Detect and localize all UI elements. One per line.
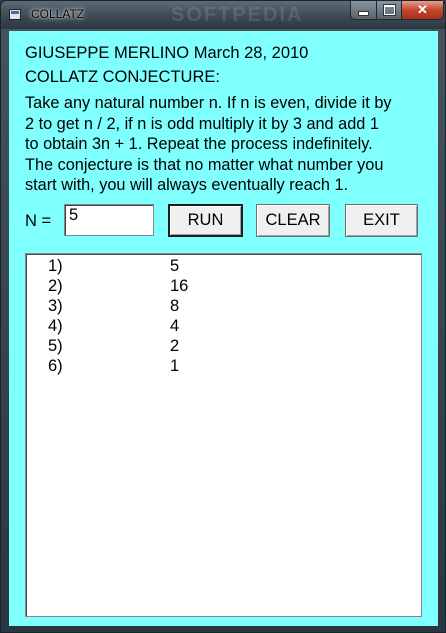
description-line: The conjecture is that no matter what nu…: [25, 155, 384, 174]
step-value: 5: [170, 257, 180, 275]
step-index: 5): [48, 337, 63, 355]
title-bar[interactable]: COLLATZ SOFTPEDIA ✕: [1, 1, 445, 29]
clear-button[interactable]: CLEAR: [256, 204, 330, 237]
description-line: Take any natural number n. If n is even,…: [25, 94, 392, 112]
run-button[interactable]: RUN: [168, 204, 243, 237]
watermark-logo: SOFTPEDIA: [171, 4, 304, 26]
step-index: 6): [48, 357, 63, 375]
description-line: 2 to get n / 2, if n is odd multiply it …: [25, 114, 379, 133]
window-title: COLLATZ: [31, 7, 85, 21]
step-index: 3): [48, 297, 63, 315]
step-index: 4): [48, 317, 63, 335]
exit-button[interactable]: EXIT: [345, 204, 418, 237]
step-value: 8: [170, 297, 180, 315]
n-label: N =: [25, 212, 52, 230]
n-input[interactable]: [64, 204, 154, 236]
close-icon: ✕: [417, 2, 428, 17]
heading: COLLATZ CONJECTURE:: [25, 68, 220, 86]
step-value: 16: [170, 277, 189, 295]
step-value: 2: [170, 337, 180, 355]
description-line: start with, you will always eventually r…: [25, 176, 349, 194]
app-icon[interactable]: [9, 9, 21, 20]
maximize-button[interactable]: [376, 1, 402, 20]
step-index: 1): [48, 257, 63, 275]
client-area: GIUSEPPE MERLINO March 28, 2010 COLLATZ …: [9, 31, 438, 626]
minimize-icon: [358, 10, 369, 16]
results-list[interactable]: 1) 5 2) 16 3) 8 4) 4 5) 2 6) 1: [25, 253, 422, 617]
step-value: 4: [170, 317, 180, 335]
app-window: COLLATZ SOFTPEDIA ✕ GIUSEPPE MERLINO Mar…: [0, 0, 446, 633]
close-button[interactable]: ✕: [401, 1, 444, 20]
maximize-icon: [383, 5, 395, 15]
description: Take any natural number n. If n is even,…: [25, 93, 435, 196]
author-line: GIUSEPPE MERLINO March 28, 2010: [25, 44, 309, 62]
minimize-button[interactable]: [350, 1, 377, 20]
step-index: 2): [48, 277, 63, 295]
step-value: 1: [170, 357, 180, 375]
description-line: to obtain 3n + 1. Repeat the process ind…: [25, 135, 373, 153]
